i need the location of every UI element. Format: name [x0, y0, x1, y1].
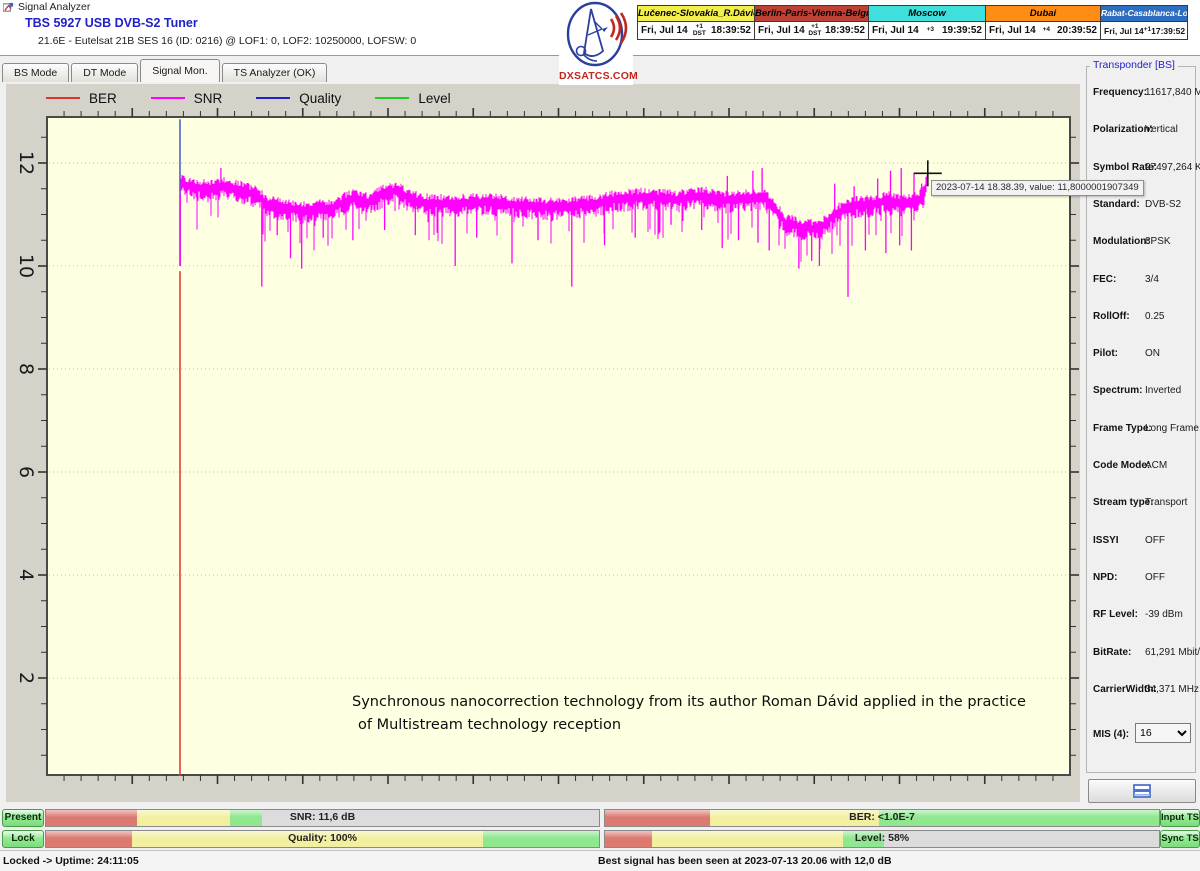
- status-bar: Locked -> Uptime: 24:11:05 Best signal h…: [0, 850, 1200, 871]
- panel-action-button[interactable]: [1088, 779, 1196, 803]
- clock-5: Rabat-Casablanca-London Fri, Jul 14+117:3…: [1101, 5, 1188, 40]
- clock-date: Fri, Jul 14: [989, 25, 1036, 36]
- clock-city: Moscow: [869, 6, 985, 22]
- mode-tabs: BS ModeDT ModeSignal Mon.TS Analyzer (OK…: [2, 59, 329, 82]
- transponder-row-rolloff: RollOff:0.25: [1093, 311, 1193, 322]
- clock-date: Fri, Jul 14: [872, 25, 919, 36]
- clock-city: Dubai: [986, 6, 1100, 22]
- clock-utc-offset: +4: [1036, 27, 1057, 34]
- transponder-row-spectrum: Spectrum:Inverted: [1093, 385, 1193, 396]
- legend-line-level: [375, 97, 409, 100]
- lock-button[interactable]: Lock: [2, 830, 44, 848]
- window-title: Signal Analyzer: [18, 1, 90, 13]
- indicator-bar-level-label: Level: 58%: [605, 832, 1159, 844]
- transponder-row-frequency: Frequency:11617,840 MHz: [1093, 87, 1193, 98]
- striped-table-icon: [1133, 784, 1151, 798]
- clock-time: 18:39:52: [825, 25, 865, 36]
- chart-tooltip: 2023-07-14 18.38.39, value: 11,800000190…: [931, 180, 1144, 196]
- transponder-group-box: Frequency:11617,840 MHz Polarization:Vert…: [1086, 66, 1196, 773]
- clock-date: Fri, Jul 14: [1104, 26, 1144, 36]
- world-clocks: Lučenec-Slovakia_R.DávidFri, Jul 14+1DST…: [637, 5, 1188, 40]
- satellite-dish-icon: [561, 1, 631, 67]
- svg-text:6: 6: [15, 466, 37, 478]
- legend-label-level: Level: [418, 91, 450, 106]
- clock-time: 20:39:52: [1057, 25, 1097, 36]
- annotation-line-1: Synchronous nanocorrection technology fr…: [352, 694, 1026, 710]
- transponder-panel: Transponder [BS] Frequency:11617,840 MHz…: [1082, 57, 1200, 805]
- clock-utc-offset: +1DST: [688, 24, 711, 37]
- chart-legend: BER SNR Quality Level: [46, 87, 485, 109]
- transponder-row-code-mode: Code Mode:ACM: [1093, 460, 1193, 471]
- indicator-bar-quality-label: Quality: 100%: [46, 832, 599, 844]
- sync-ts-button[interactable]: Sync TS: [1160, 830, 1200, 848]
- mis-select[interactable]: 16: [1135, 723, 1191, 743]
- tab-signal-mon[interactable]: Signal Mon.: [140, 59, 219, 82]
- clock-2: Berlin-Paris-Vienna-Belgrade Fri, Jul 14+…: [755, 5, 869, 40]
- transponder-row-npd: NPD:OFF: [1093, 572, 1193, 583]
- transponder-row-symbol-rate: Symbol Rate:27497,264 KS/s: [1093, 162, 1193, 173]
- clock-time: 17:39:52: [1151, 26, 1185, 36]
- clock-1: Lučenec-Slovakia_R.Dávid Fri, Jul 14+1DST…: [637, 5, 755, 40]
- clock-date: Fri, Jul 14: [758, 25, 805, 36]
- indicator-bar-snr: SNR: 11,6 dB: [45, 809, 600, 827]
- transponder-row-fec: FEC:3/4: [1093, 274, 1193, 285]
- clock-4: Dubai Fri, Jul 14+420:39:52: [986, 5, 1101, 40]
- indicator-bar-level: Level: 58%: [604, 830, 1160, 848]
- present-button[interactable]: Present: [2, 809, 44, 827]
- indicator-bar-snr-label: SNR: 11,6 dB: [46, 811, 599, 823]
- transponder-row-pilot: Pilot:ON: [1093, 348, 1193, 359]
- legend-label-snr: SNR: [194, 91, 223, 106]
- indicator-bar-ber: BER: <1.0E-7: [604, 809, 1160, 827]
- tab-ts-analyzer-ok[interactable]: TS Analyzer (OK): [222, 63, 328, 82]
- legend-line-quality: [256, 97, 290, 100]
- signal-chart-widget: BER SNR Quality Level 12 10 8 6 4 2 Synchronous …: [6, 84, 1080, 802]
- legend-line-snr: [151, 97, 185, 100]
- clock-utc-offset: +1: [1144, 27, 1151, 34]
- window-titlebar: Signal Analyzer: [3, 1, 90, 13]
- clock-utc-offset: +1DST: [805, 24, 825, 37]
- svg-text:12: 12: [15, 151, 37, 175]
- legend-line-ber: [46, 97, 80, 100]
- logo-text: DXSATCS.COM: [559, 70, 633, 82]
- annotation-line-2: of Multistream technology reception: [358, 717, 621, 733]
- transponder-row-rf-level: RF Level:-39 dBm: [1093, 609, 1193, 620]
- svg-text:4: 4: [15, 569, 37, 581]
- tab-bs-mode[interactable]: BS Mode: [2, 63, 69, 82]
- clock-time: 18:39:52: [711, 25, 751, 36]
- legend-label-quality: Quality: [299, 91, 341, 106]
- svg-text:8: 8: [15, 363, 37, 375]
- clock-utc-offset: +3: [919, 27, 942, 34]
- statusbar-lock-uptime: Locked -> Uptime: 24:11:05: [3, 855, 139, 867]
- legend-label-ber: BER: [89, 91, 117, 106]
- transponder-row-stream-type: Stream type:Transport: [1093, 497, 1193, 508]
- transponder-row-modulation: Modulation:8PSK: [1093, 236, 1193, 247]
- clock-city: Lučenec-Slovakia_R.Dávid: [638, 6, 754, 22]
- input-ts-button[interactable]: Input TS: [1160, 809, 1200, 827]
- transponder-row-polarization: Polarization:Vertical: [1093, 124, 1193, 135]
- transponder-group-title: Transponder [BS]: [1090, 59, 1178, 71]
- app-icon: [3, 2, 14, 13]
- dxsatcs-logo: DXSATCS.COM: [559, 1, 633, 85]
- clock-date: Fri, Jul 14: [641, 25, 688, 36]
- transponder-row-carrierwidth: CarrierWidth:34,371 MHz: [1093, 684, 1193, 695]
- transponder-row-bitrate: BitRate:61,291 Mbit/s: [1093, 647, 1193, 658]
- transponder-row-standard: Standard:DVB-S2: [1093, 199, 1193, 210]
- transponder-row-issyi: ISSYIOFF: [1093, 535, 1193, 546]
- tab-dt-mode[interactable]: DT Mode: [71, 63, 138, 82]
- tuner-subtitle: 21.6E - Eutelsat 21B SES 16 (ID: 0216) @…: [38, 35, 416, 47]
- clock-3: Moscow Fri, Jul 14+319:39:52: [869, 5, 986, 40]
- indicator-bar-ber-label: BER: <1.0E-7: [605, 811, 1159, 823]
- clock-city: Rabat-Casablanca-London: [1101, 6, 1187, 22]
- svg-text:2: 2: [15, 672, 37, 684]
- transponder-row-frame-type: Frame Type:Long Frame: [1093, 423, 1193, 434]
- device-title: TBS 5927 USB DVB-S2 Tuner: [25, 16, 198, 30]
- clock-city: Berlin-Paris-Vienna-Belgrade: [755, 6, 868, 22]
- indicator-bar-quality: Quality: 100%: [45, 830, 600, 848]
- svg-text:10: 10: [15, 254, 37, 278]
- clock-time: 19:39:52: [942, 25, 982, 36]
- statusbar-best-signal: Best signal has been seen at 2023-07-13 …: [598, 855, 892, 867]
